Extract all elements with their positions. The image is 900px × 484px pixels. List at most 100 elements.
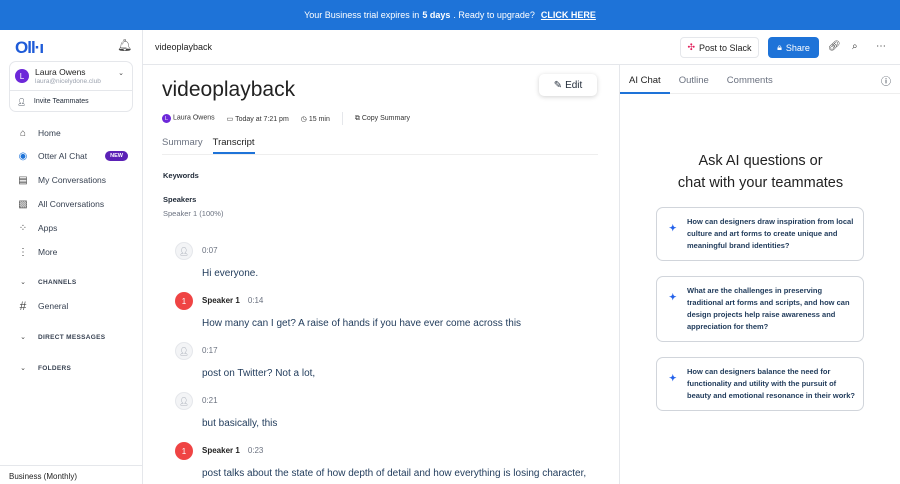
question-text: What are the challenges in preserving tr… — [687, 286, 850, 331]
sparkle-icon: ✦ — [669, 223, 677, 233]
clock-icon: ◷ — [300, 115, 309, 123]
direct-messages-section[interactable]: ⌄ DIRECT MESSAGES — [0, 328, 143, 346]
edit-label: Edit — [565, 79, 583, 91]
heading-line: chat with your teammates — [677, 175, 844, 191]
sparkle-icon: ✦ — [669, 292, 677, 302]
link-icon[interactable]: 🔗︎ — [828, 41, 841, 52]
segment-text: post talks about the state of how depth … — [202, 468, 587, 479]
chevron-down-icon[interactable]: ⌄ — [118, 69, 124, 77]
divider — [341, 112, 343, 125]
channel-label: General — [38, 301, 69, 311]
banner-days: 5 days — [422, 10, 451, 20]
user-email: laura@nicelydone.club — [35, 78, 101, 85]
document-title: videoplayback — [155, 42, 213, 52]
anonymous-speaker-icon: 👤︎ — [175, 242, 193, 260]
document-icon: ▤ — [18, 174, 28, 186]
question-text: How can designers draw inspiration from … — [687, 217, 854, 250]
sidebar-item-label: Otter AI Chat — [38, 151, 88, 161]
segment-text: but basically, this — [202, 418, 278, 429]
search-icon[interactable]: ⌕ — [852, 41, 858, 52]
sidebar-item-all-conversations[interactable]: ▧ All Conversations — [0, 195, 143, 213]
pencil-icon: ✎ — [553, 79, 563, 91]
sidebar-item-apps[interactable]: ⁘ Apps — [0, 219, 143, 237]
chevron-down-icon: ⌄ — [20, 334, 26, 341]
share-button[interactable]: 🔒︎ Share — [768, 37, 819, 58]
chevron-down-icon: ⌄ — [20, 365, 26, 372]
post-to-slack-button[interactable]: ✣ Post to Slack — [680, 37, 759, 58]
sidebar-item-my-conversations[interactable]: ▤ My Conversations — [0, 171, 143, 189]
user-name: Laura Owens — [35, 67, 86, 77]
sidebar-item-otter-ai-chat[interactable]: ◉ Otter AI Chat NEW — [0, 147, 143, 165]
apps-icon: ⁘ — [18, 222, 28, 234]
keywords-heading: Keywords — [163, 171, 199, 180]
speaker-name[interactable]: Speaker 1 — [202, 446, 240, 455]
segment-text: Hi everyone. — [202, 268, 259, 279]
add-user-icon: 👤︎ — [17, 98, 26, 106]
section-label: DIRECT MESSAGES — [38, 333, 106, 341]
speaker-name[interactable]: Speaker 1 — [202, 296, 240, 305]
avatar: L — [162, 114, 171, 123]
edit-button[interactable]: ✎ Edit — [539, 74, 597, 96]
folders-section[interactable]: ⌄ FOLDERS — [0, 359, 143, 377]
tab-comments[interactable]: Comments — [718, 65, 782, 94]
ai-chat-heading: Ask AI questions or chat with your teamma… — [620, 150, 900, 194]
chevron-down-icon: ⌄ — [20, 279, 26, 286]
home-icon: ⌂ — [19, 127, 27, 139]
timestamp[interactable]: 0:21 — [202, 396, 218, 405]
copy-summary-button[interactable]: ⧉ Copy Summary — [355, 115, 410, 123]
sidebar-item-more[interactable]: ⋮ More — [0, 243, 143, 261]
more-vertical-icon: ⋮ — [18, 246, 28, 258]
suggested-question[interactable]: ✦ What are the challenges in preserving t… — [656, 276, 864, 342]
speaker-stat[interactable]: Speaker 1 (100%) — [163, 209, 223, 218]
section-label: CHANNELS — [38, 278, 77, 286]
share-label: Share — [785, 42, 810, 53]
speakers-heading: Speakers — [163, 195, 197, 204]
suggested-question[interactable]: ✦ How can designers draw inspiration from… — [656, 207, 864, 261]
duration: ◷ 15 min — [301, 115, 330, 123]
tab-transcript[interactable]: Transcript — [212, 135, 255, 154]
copy-label: Copy Summary — [361, 114, 411, 122]
date: ▭ Today at 7:21 pm — [227, 115, 289, 123]
upgrade-link[interactable]: CLICK HERE — [541, 10, 596, 20]
plan-label[interactable]: Business (Monthly) — [0, 465, 143, 484]
sidebar-item-label: My Conversations — [38, 175, 107, 185]
sidebar-item-home[interactable]: ⌂ Home — [0, 124, 143, 142]
doc-tabs: Summary Transcript — [162, 135, 598, 155]
sparkle-icon: ✦ — [669, 373, 677, 383]
slack-icon: ✣ — [687, 42, 695, 52]
timestamp[interactable]: 0:23 — [248, 446, 264, 455]
panel-tabs: AI Chat Outline Comments — [620, 65, 900, 94]
lock-icon: 🔒︎ — [777, 42, 782, 52]
otter-chat-icon: ◉ — [18, 150, 28, 162]
timestamp[interactable]: 0:14 — [248, 296, 264, 305]
speaker-avatar: 1 — [175, 292, 193, 310]
date-text: Today at 7:21 pm — [235, 115, 289, 123]
owner-name: Laura Owens — [173, 114, 215, 122]
timestamp[interactable]: 0:07 — [202, 246, 218, 255]
banner-text: Your Business trial expires in — [304, 10, 420, 20]
tab-ai-chat[interactable]: AI Chat — [620, 65, 670, 94]
more-horizontal-icon[interactable]: ⋯ — [876, 41, 886, 52]
invite-teammates-button[interactable]: 👤︎ Invite Teammates — [10, 90, 132, 112]
tab-summary[interactable]: Summary — [162, 135, 203, 154]
otter-logo[interactable]: Oll·ı — [15, 38, 44, 58]
bell-icon[interactable]: 🔔︎ — [117, 38, 132, 52]
invite-label: Invite Teammates — [33, 98, 89, 105]
suggested-question[interactable]: ✦ How can designers balance the need for … — [656, 357, 864, 411]
documents-icon: ▧ — [18, 198, 28, 210]
timestamp[interactable]: 0:17 — [202, 346, 218, 355]
info-icon[interactable]: ⓘ — [881, 73, 891, 88]
user-card[interactable]: L Laura Owens laura@nicelydone.club ⌄ 👤︎… — [9, 61, 133, 112]
segment-text: post on Twitter? Not a lot, — [202, 368, 316, 379]
transcript-main: videoplayback ✎ Edit L Laura Owens ▭ Today… — [143, 65, 619, 484]
channel-general[interactable]: # General — [0, 297, 143, 315]
owner: L Laura Owens — [162, 114, 215, 123]
sidebar-item-label: All Conversations — [38, 199, 105, 209]
avatar: L — [15, 69, 29, 83]
slack-label: Post to Slack — [699, 42, 752, 53]
anonymous-speaker-icon: 👤︎ — [175, 392, 193, 410]
anonymous-speaker-icon: 👤︎ — [175, 342, 193, 360]
section-label: FOLDERS — [38, 364, 72, 372]
tab-outline[interactable]: Outline — [670, 65, 718, 94]
channels-section[interactable]: ⌄ CHANNELS — [0, 273, 143, 291]
